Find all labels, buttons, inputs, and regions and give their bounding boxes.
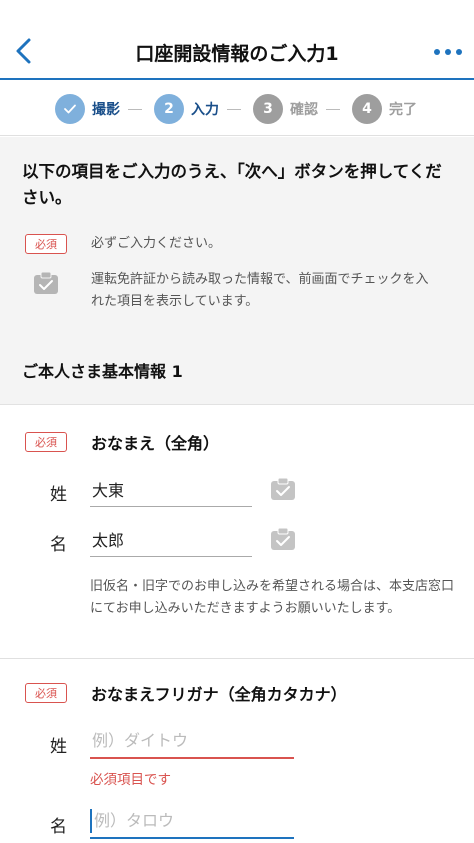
app-header: 口座開設情報のご入力1 xyxy=(0,0,474,80)
step-label: 入力 xyxy=(191,102,219,118)
last-name-label: 姓 xyxy=(50,485,67,505)
kana-field-group: 必須 おなまえフリガナ（全角カタカナ） 姓 必須項目です 名 xyxy=(0,659,474,843)
required-legend-text: 必ずご入力ください。 xyxy=(91,236,222,251)
ocr-legend: 運転免許証から読み取った情報で、前画面でチェックを入れた項目を表示しています。 xyxy=(25,269,441,313)
required-legend: 必須 必ずご入力ください。 xyxy=(25,233,221,255)
step-divider xyxy=(128,109,142,110)
page-title: 口座開設情報のご入力1 xyxy=(135,43,339,65)
last-name-kana-label: 姓 xyxy=(50,737,67,757)
step-number: 3 xyxy=(253,94,283,124)
clipboard-check-icon xyxy=(271,477,295,500)
kana-field-title: おなまえフリガナ（全角カタカナ） xyxy=(91,685,347,704)
required-badge: 必須 xyxy=(25,683,67,703)
last-name-kana-field-wrap xyxy=(90,723,294,759)
step-2: 2 入力 xyxy=(154,93,219,125)
step-divider xyxy=(227,109,241,110)
step-label: 撮影 xyxy=(92,102,120,118)
required-badge: 必須 xyxy=(25,432,67,452)
last-name-field-wrap xyxy=(90,471,252,507)
name-field-header: 必須 おなまえ（全角） xyxy=(25,430,219,454)
text-caret xyxy=(90,809,92,833)
chevron-left-icon xyxy=(16,38,31,64)
name-field-title: おなまえ（全角） xyxy=(91,434,220,453)
step-number: 4 xyxy=(352,94,382,124)
error-message: 必須項目です xyxy=(90,772,171,788)
name-field-group: 必須 おなまえ（全角） 姓 名 旧仮名・旧字でのお申し込みを希望される場合は、本… xyxy=(0,406,474,658)
ocr-legend-text: 運転免許証から読み取った情報で、前画面でチェックを入れた項目を表示しています。 xyxy=(91,272,429,309)
clipboard-check-icon xyxy=(271,527,295,550)
step-1: 撮影 xyxy=(55,93,120,125)
first-name-label: 名 xyxy=(50,535,67,555)
section-title: ご本人さま基本情報 1 xyxy=(22,362,183,381)
last-name-kana-input[interactable] xyxy=(90,723,294,757)
step-number: 2 xyxy=(154,94,184,124)
first-name-kana-field-wrap xyxy=(90,803,294,839)
name-note: 旧仮名・旧字でのお申し込みを希望される場合は、本支店窓口にてお申し込みいただきま… xyxy=(90,579,455,616)
progress-stepper: 撮影 2 入力 3 確認 4 完了 xyxy=(0,82,474,136)
instruction-text: 以下の項目をご入力のうえ、「次へ」ボタンを押してください。 xyxy=(22,162,442,207)
check-icon xyxy=(55,94,85,124)
step-3: 3 確認 xyxy=(253,93,318,125)
first-name-kana-label: 名 xyxy=(50,817,67,837)
step-4: 4 完了 xyxy=(352,93,417,125)
more-menu-button[interactable] xyxy=(428,40,468,64)
last-name-input[interactable] xyxy=(90,471,252,506)
step-label: 確認 xyxy=(290,102,318,118)
more-dots-icon xyxy=(434,49,440,55)
step-label: 完了 xyxy=(389,102,417,118)
step-divider xyxy=(326,109,340,110)
first-name-field-wrap xyxy=(90,521,252,557)
required-badge: 必須 xyxy=(25,234,67,254)
first-name-kana-input[interactable] xyxy=(90,803,294,837)
intro-panel: 以下の項目をご入力のうえ、「次へ」ボタンを押してください。 必須 必ずご入力くだ… xyxy=(0,137,474,405)
back-button[interactable] xyxy=(8,34,38,68)
clipboard-check-icon xyxy=(34,271,58,294)
first-name-input[interactable] xyxy=(90,521,252,556)
kana-field-header: 必須 おなまえフリガナ（全角カタカナ） xyxy=(25,681,347,705)
